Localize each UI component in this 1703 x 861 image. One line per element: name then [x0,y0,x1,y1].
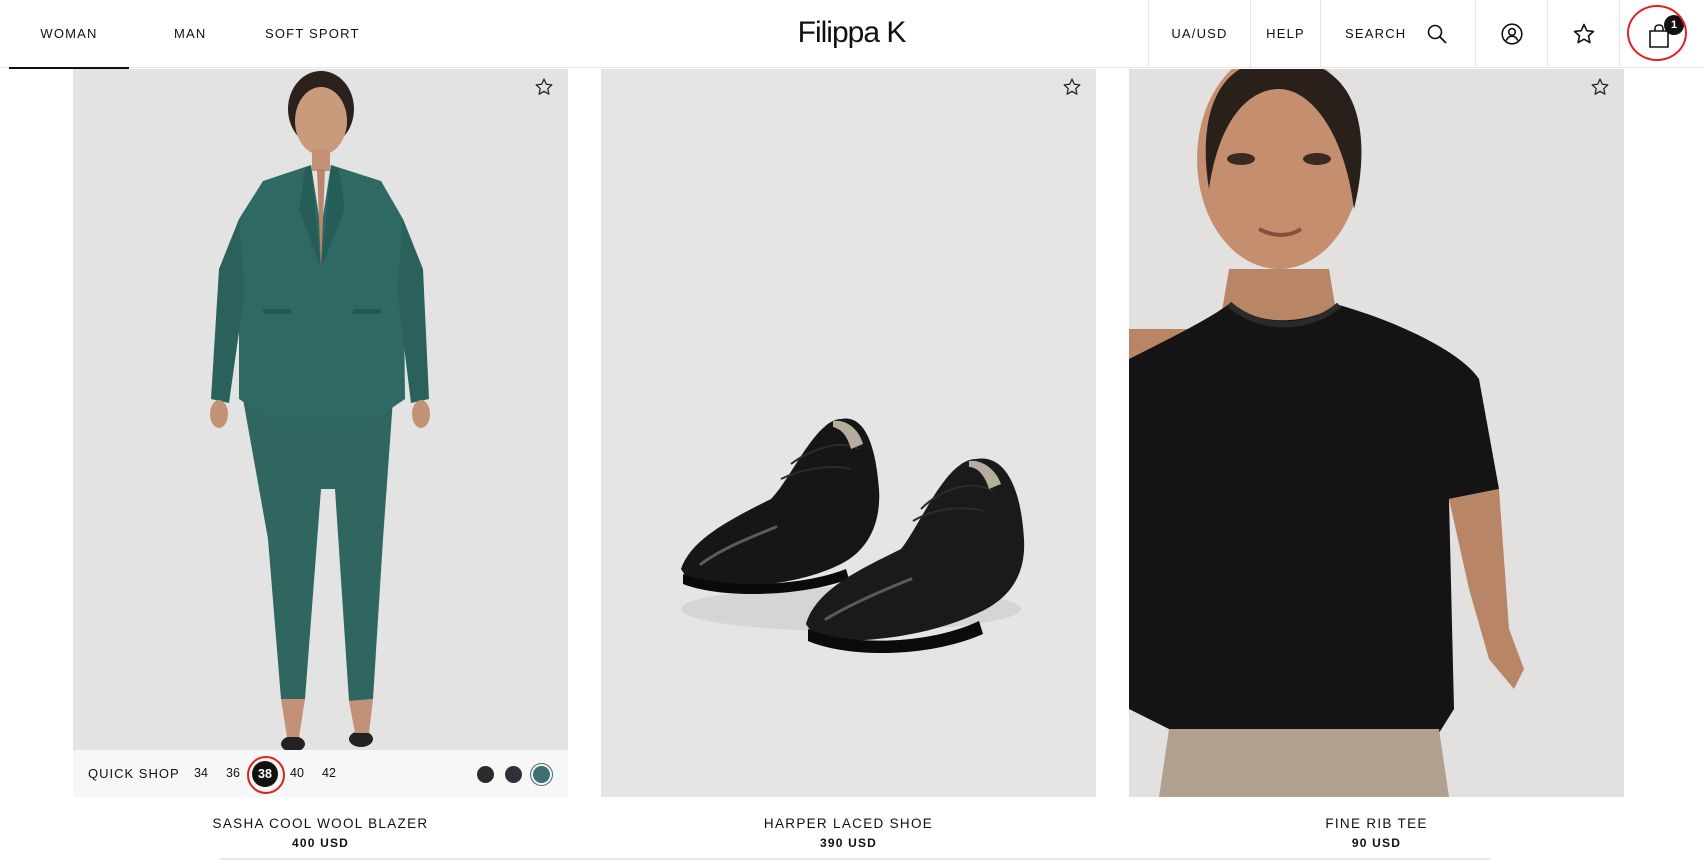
quick-shop-bar: QUICK SHOP 34 36 38 40 42 [73,750,568,797]
wishlist-button[interactable] [1547,0,1619,68]
search-label: SEARCH [1345,26,1407,41]
account-button[interactable] [1475,0,1547,68]
product-card-blazer[interactable]: QUICK SHOP 34 36 38 40 42 SASHA COOL WOO… [73,69,568,850]
help-link[interactable]: HELP [1250,0,1320,68]
color-swatch-navy[interactable] [505,766,522,783]
blazer-model-illustration [73,69,568,797]
product-image-blazer[interactable]: QUICK SHOP 34 36 38 40 42 [73,69,568,797]
favorite-star-icon[interactable] [1590,77,1610,97]
product-price: 390 USD [819,836,878,850]
currency-selector[interactable]: UA/USD [1148,0,1250,68]
product-name[interactable]: SASHA COOL WOOL BLAZER [73,816,568,831]
nav-woman[interactable]: WOMAN [9,0,129,69]
nav-soft-sport[interactable]: SOFT SPORT [265,0,360,68]
product-name[interactable]: HARPER LACED SHOE [601,816,1096,831]
product-card-tee[interactable]: FINE RIB TEE 90 USD [1129,69,1624,850]
favorite-star-icon[interactable] [1062,77,1082,97]
size-option-34[interactable]: 34 [188,750,214,797]
wishlist-star-icon [1573,23,1594,44]
shopping-bag-button[interactable]: 1 [1619,0,1703,68]
brand-logo[interactable]: Filippa K [798,16,907,49]
search-button[interactable]: SEARCH [1320,0,1475,68]
color-swatch-green-selected[interactable] [533,766,550,783]
quick-shop-label: QUICK SHOP [88,766,180,781]
size-option-40[interactable]: 40 [284,750,310,797]
search-icon [1427,24,1447,44]
bag-count-badge: 1 [1664,15,1684,35]
site-header: WOMAN MAN SOFT SPORT Filippa K UA/USD HE… [0,0,1703,69]
nav-man[interactable]: MAN [174,0,207,68]
product-price: 90 USD [1351,836,1402,850]
shoe-illustration [601,69,1096,797]
product-card-shoe[interactable]: HARPER LACED SHOE 390 USD [601,69,1096,850]
product-image-tee[interactable] [1129,69,1624,797]
product-name[interactable]: FINE RIB TEE [1129,816,1624,831]
tee-model-illustration [1129,69,1624,797]
size-option-36[interactable]: 36 [220,750,246,797]
product-price: 400 USD [291,836,350,850]
color-swatch-black[interactable] [477,766,494,783]
size-option-42[interactable]: 42 [316,750,342,797]
favorite-star-icon[interactable] [534,77,554,97]
size-option-38-selected[interactable]: 38 [252,761,278,787]
product-image-shoe[interactable] [601,69,1096,797]
account-icon [1500,23,1523,45]
